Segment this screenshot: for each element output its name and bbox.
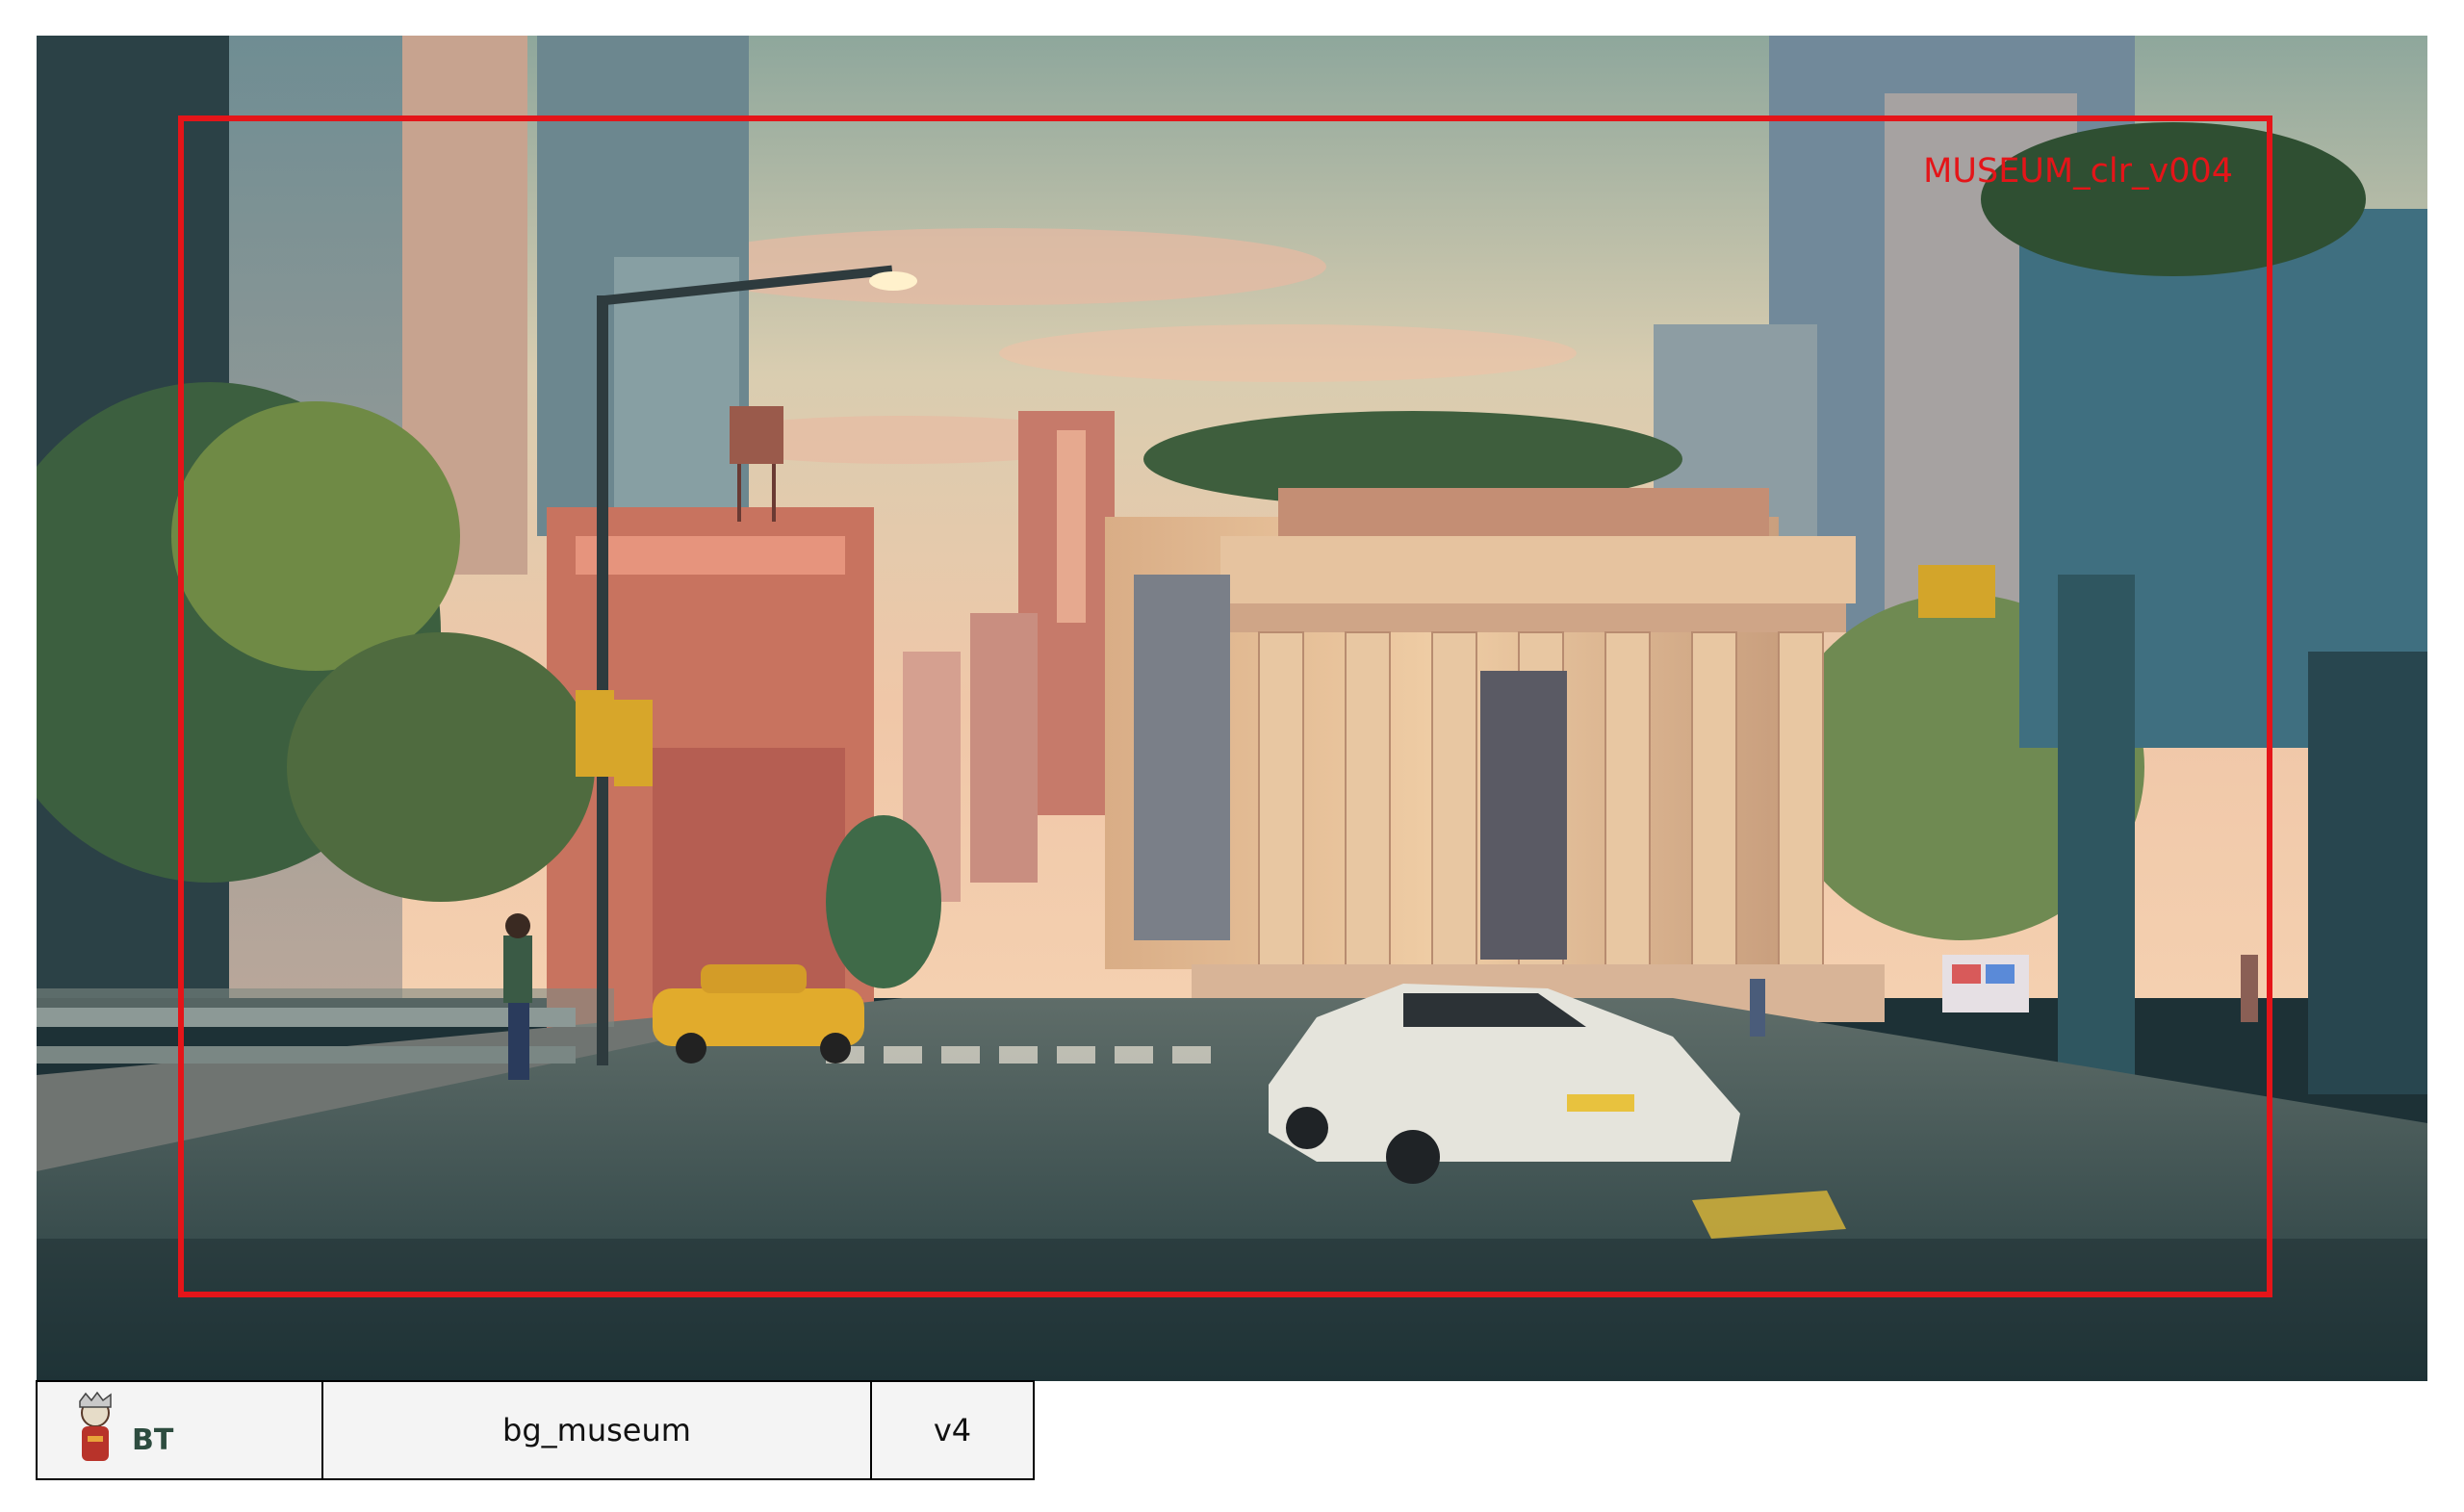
- slate-bar: BT bg_museum v4: [36, 1380, 1035, 1480]
- slate-name-cell: bg_museum: [323, 1382, 872, 1478]
- frame-label: MUSEUM_clr_v004: [1923, 152, 2233, 191]
- street-lamp: [597, 295, 608, 1065]
- slate-version-cell: v4: [872, 1382, 1033, 1478]
- slate-name: bg_museum: [502, 1412, 691, 1448]
- slate-logo-cell: BT: [38, 1382, 323, 1478]
- background-painting: [37, 36, 2427, 1381]
- slate-version: v4: [933, 1412, 972, 1448]
- studio-logo-text: BT: [132, 1422, 174, 1457]
- studio-logo-icon: [79, 1392, 112, 1461]
